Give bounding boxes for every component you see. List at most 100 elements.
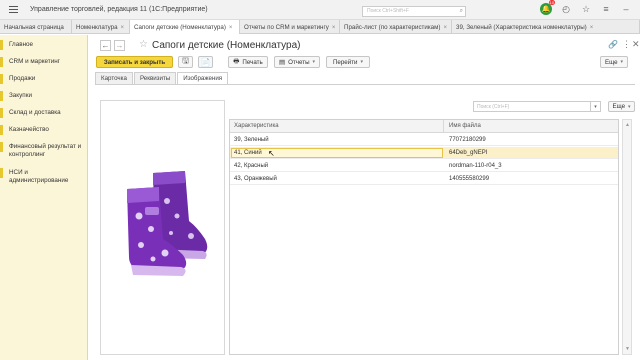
sidebar-marker	[0, 125, 3, 135]
sidebar-item-label: Финансовый результат и контроллинг	[9, 143, 82, 158]
sidebar-item-label: CRM и маркетинг	[9, 58, 60, 65]
images-search-input[interactable]: Поиск (Ctrl+F)	[473, 101, 601, 112]
tab-label: Изображения	[183, 75, 223, 82]
print-label: Печать	[242, 58, 263, 66]
save-disk-icon[interactable]: 🖫	[178, 56, 193, 68]
sidebar-marker	[0, 74, 3, 84]
tab-characteristic[interactable]: 39, Зеленый (Характеристика номенклатуры…	[452, 20, 640, 34]
document-icon[interactable]: 📄	[198, 56, 213, 68]
tab-crm-reports[interactable]: Отчеты по CRM и маркетингу ×	[240, 20, 340, 34]
print-button[interactable]: 🖶 Печать	[228, 56, 268, 68]
sidebar-item-treasury[interactable]: Казначейство	[0, 125, 87, 135]
favorites-star-icon[interactable]: ☆	[580, 3, 592, 15]
notifications-bell-icon[interactable]: 🔔 10	[540, 0, 555, 15]
item-form: ← → ☆ Сапоги детские (Номенклатура) 🔗 ⋮ …	[90, 35, 640, 360]
reports-button[interactable]: ▤ Отчеты ▾	[274, 56, 320, 68]
cell-characteristic: 43, Оранжевый	[234, 176, 277, 182]
favorite-star-icon[interactable]: ☆	[139, 39, 148, 50]
tab-label: Сапоги детские (Номенклатура)	[134, 24, 226, 31]
sidebar-item-label: Продажи	[9, 75, 36, 82]
column-header-characteristic[interactable]: Характеристика	[234, 123, 279, 129]
global-search-placeholder: Поиск Ctrl+Shift+F	[367, 8, 409, 14]
close-tab-icon[interactable]: ×	[229, 25, 233, 31]
back-arrow-icon[interactable]: ←	[100, 40, 111, 51]
sidebar-item-sales[interactable]: Продажи	[0, 74, 87, 84]
minimize-icon[interactable]: –	[620, 3, 632, 15]
sidebar-item-label: Склад и доставка	[9, 109, 61, 116]
images-search-placeholder: Поиск (Ctrl+F)	[477, 104, 510, 110]
save-and-close-button[interactable]: Записать и закрыть	[96, 56, 173, 68]
tab-label: Номенклатура	[76, 24, 118, 31]
tab-card[interactable]: Карточка	[95, 72, 133, 84]
table-row[interactable]: 39, Зеленый 77072180299	[230, 134, 618, 146]
cell-filename: 64Deb_gNEPI	[449, 150, 488, 156]
sidebar-item-warehouse[interactable]: Склад и доставка	[0, 108, 87, 118]
link-icon[interactable]: 🔗	[608, 40, 618, 49]
tab-label: Отчеты по CRM и маркетингу	[244, 24, 329, 31]
sidebar-item-label: Главное	[9, 41, 34, 48]
sidebar-item-label: НСИ и администрирование	[9, 169, 69, 184]
table-scrollbar[interactable]: ▲ ▼	[622, 119, 632, 355]
tab-requisites[interactable]: Реквизиты	[133, 72, 177, 84]
table-row-selected[interactable]: 41, Синий ↖ 64Deb_gNEPI	[230, 147, 618, 159]
images-table[interactable]: Характеристика Имя файла 39, Зеленый 770…	[229, 119, 619, 355]
tab-label: Карточка	[101, 75, 127, 82]
sidebar-marker	[0, 168, 3, 178]
kebab-menu-icon[interactable]: ⋮	[622, 39, 631, 50]
close-tab-icon[interactable]: ×	[332, 25, 336, 31]
more-button[interactable]: Еще ▾	[600, 56, 628, 68]
search-dropdown-icon[interactable]: ▾	[590, 101, 601, 112]
close-tab-icon[interactable]: ×	[443, 25, 447, 31]
report-icon: ▤	[278, 59, 286, 66]
tab-nomenclature[interactable]: Номенклатура ×	[72, 20, 130, 34]
global-search-input[interactable]: Поиск Ctrl+Shift+F ⌕	[362, 6, 466, 17]
chevron-down-icon: ▾	[620, 59, 624, 65]
sidebar-item-purchases[interactable]: Закупки	[0, 91, 87, 101]
table-row[interactable]: 43, Оранжевый 140555580299	[230, 173, 618, 185]
table-row[interactable]: 42, Красный nordman-110-r04_3	[230, 160, 618, 172]
tab-home[interactable]: Начальная страница	[0, 20, 72, 34]
main-menu-button[interactable]	[4, 1, 22, 19]
cell-filename: 140555580299	[449, 176, 490, 182]
save-and-close-label: Записать и закрыть	[103, 58, 166, 66]
goto-label: Перейти	[332, 58, 358, 66]
app-title: Управление торговлей, редакция 11 (1С:Пр…	[30, 6, 208, 13]
window-menu-icon[interactable]: ≡	[600, 3, 612, 15]
notifications-badge: 10	[548, 0, 555, 5]
title-bar: Управление торговлей, редакция 11 (1С:Пр…	[0, 0, 640, 20]
sidebar-item-main[interactable]: Главное	[0, 40, 87, 50]
more-label: Еще	[604, 58, 618, 66]
tab-label: Начальная страница	[4, 24, 64, 31]
active-cell-frame	[231, 148, 443, 158]
printer-icon: 🖶	[233, 57, 240, 65]
history-icon[interactable]: ◴	[560, 3, 572, 15]
images-more-button[interactable]: Еще ▾	[608, 101, 635, 112]
image-preview-panel[interactable]	[100, 100, 225, 355]
goto-button[interactable]: Перейти ▾	[326, 56, 370, 68]
close-tab-icon[interactable]: ×	[121, 25, 125, 31]
chevron-down-icon: ▾	[312, 59, 316, 65]
sidebar-item-financial[interactable]: Финансовый результат и контроллинг	[0, 142, 87, 159]
search-icon: ⌕	[459, 8, 463, 14]
tab-images[interactable]: Изображения	[177, 72, 229, 84]
sidebar-marker	[0, 57, 3, 67]
tab-boots[interactable]: Сапоги детские (Номенклатура) ×	[130, 20, 240, 34]
tab-label: 39, Зеленый (Характеристика номенклатуры…	[456, 24, 587, 31]
sidebar-item-nsi[interactable]: НСИ и администрирование	[0, 168, 87, 185]
forward-arrow-icon[interactable]: →	[114, 40, 125, 51]
close-tab-icon[interactable]: ×	[590, 25, 594, 31]
images-more-label: Еще	[612, 103, 626, 110]
scroll-up-icon[interactable]: ▲	[625, 122, 630, 128]
tab-divider	[95, 84, 635, 85]
cell-filename: 77072180299	[449, 137, 486, 143]
tab-label: Прайс-лист (по характеристикам)	[344, 24, 441, 31]
reports-label: Отчеты	[288, 58, 310, 66]
sidebar-marker	[0, 40, 3, 50]
sidebar-item-crm[interactable]: CRM и маркетинг	[0, 57, 87, 67]
column-divider[interactable]	[443, 120, 444, 133]
scroll-down-icon[interactable]: ▼	[625, 346, 630, 352]
product-image-boots	[127, 171, 208, 276]
column-header-filename[interactable]: Имя файла	[449, 123, 481, 129]
tab-price-list[interactable]: Прайс-лист (по характеристикам) ×	[340, 20, 452, 34]
close-icon[interactable]: ✕	[632, 39, 640, 50]
